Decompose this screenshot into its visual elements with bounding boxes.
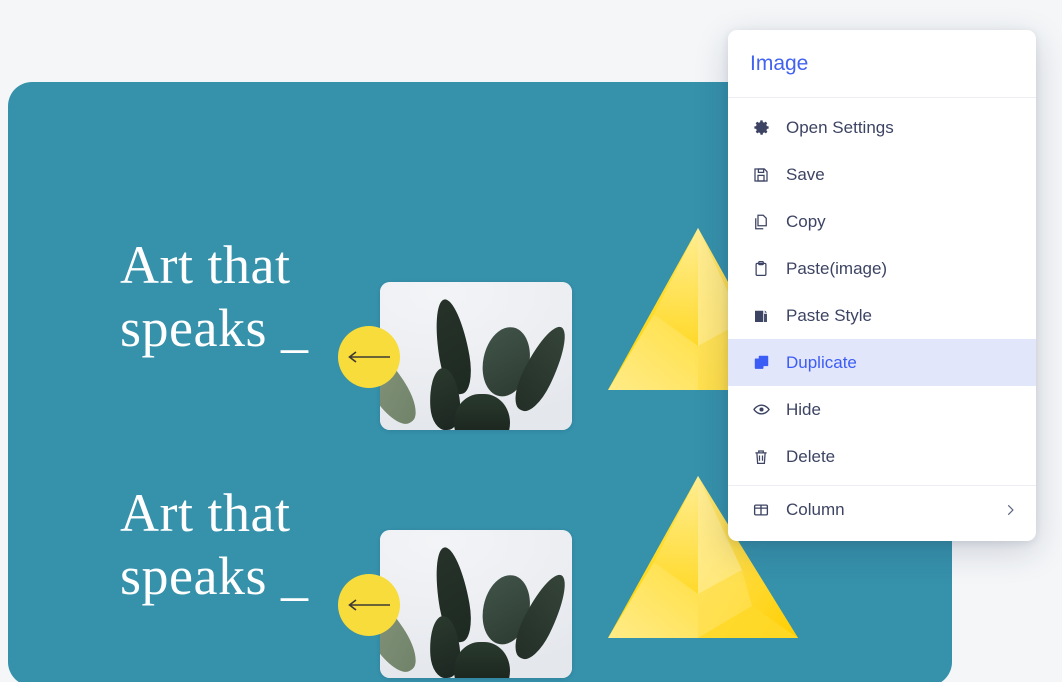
menu-item-label: Hide [786, 400, 821, 419]
menu-item-label: Column [786, 500, 845, 519]
menu-item-label: Duplicate [786, 353, 857, 372]
arrow-left-badge-2[interactable] [338, 574, 400, 636]
arrow-left-icon [346, 349, 392, 365]
menu-item-label: Paste(image) [786, 259, 888, 278]
menu-item-hide[interactable]: Hide [728, 386, 1036, 433]
menu-item-label: Paste Style [786, 306, 872, 325]
arrow-left-badge-1[interactable] [338, 326, 400, 388]
clipboard-icon [750, 258, 772, 280]
image-context-menu[interactable]: Image Open Settings Save Copy Paste(imag… [728, 30, 1036, 541]
menu-item-duplicate[interactable]: Duplicate [728, 339, 1036, 386]
context-menu-list: Open Settings Save Copy Paste(image) Pas… [728, 98, 1036, 541]
arrow-left-icon [346, 597, 392, 613]
menu-item-label: Save [786, 165, 825, 184]
plant-image-card-1[interactable] [380, 282, 572, 430]
screenshot-root: Art that speaks _ Art that speaks _ Imag… [0, 0, 1062, 682]
menu-item-delete[interactable]: Delete [728, 433, 1036, 480]
menu-item-paste-style[interactable]: Paste Style [728, 292, 1036, 339]
trash-icon [750, 446, 772, 468]
menu-item-save[interactable]: Save [728, 151, 1036, 198]
headline-text-2: Art that speaks _ [120, 483, 309, 607]
copy-icon [750, 211, 772, 233]
plant-photo-2 [380, 530, 572, 678]
headline-text-1: Art that speaks _ [120, 235, 309, 359]
context-menu-title: Image [750, 51, 809, 75]
gear-icon [750, 117, 772, 139]
menu-item-column[interactable]: Column [728, 486, 1036, 533]
context-menu-header: Image [728, 30, 1036, 98]
plant-photo-1 [380, 282, 572, 430]
save-floppy-icon [750, 164, 772, 186]
duplicate-icon [750, 352, 772, 374]
plant-image-card-2[interactable] [380, 530, 572, 678]
menu-item-label: Copy [786, 212, 826, 231]
chevron-right-icon [1002, 502, 1018, 518]
eye-icon [750, 399, 772, 421]
menu-item-label: Delete [786, 447, 836, 466]
menu-item-copy[interactable]: Copy [728, 198, 1036, 245]
menu-item-open-settings[interactable]: Open Settings [728, 104, 1036, 151]
columns-icon [750, 499, 772, 521]
menu-item-label: Open Settings [786, 118, 894, 137]
paste-style-icon [750, 305, 772, 327]
menu-item-paste-image[interactable]: Paste(image) [728, 245, 1036, 292]
